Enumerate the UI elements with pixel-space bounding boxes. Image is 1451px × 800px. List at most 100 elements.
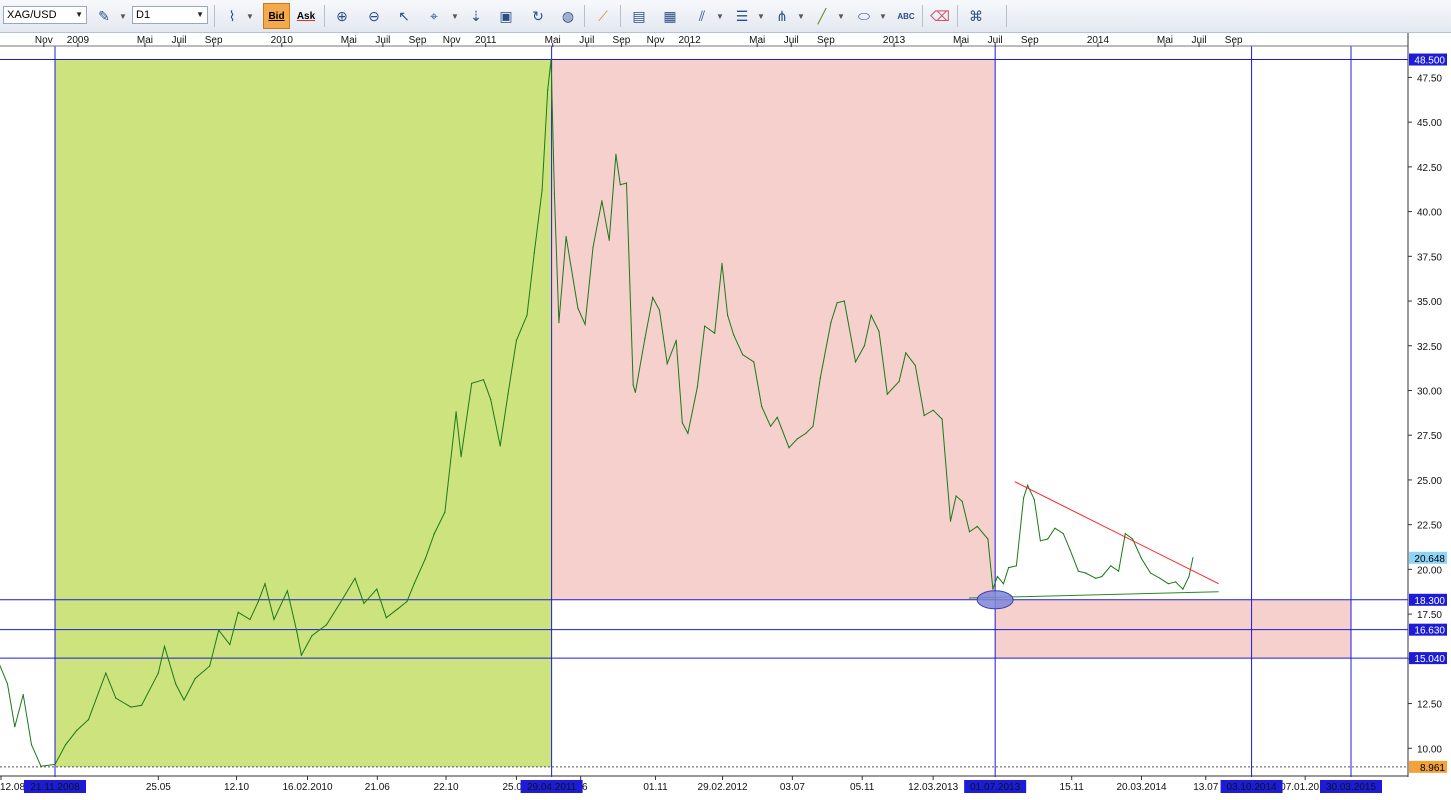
price-point-134 [1149,572,1152,574]
price-point-136 [1167,583,1169,585]
price-point-92 [830,321,832,324]
date-tag-2: 01.07.2013 [970,782,1020,793]
price-tick-label-9: 25.00 [1417,476,1442,487]
price-tick-label-10: 22.50 [1417,521,1442,532]
image-icon[interactable]: ▤ [627,4,651,28]
chevron-down-icon[interactable]: ▼ [245,4,255,28]
price-point-126 [1085,572,1087,574]
price-point-53 [541,189,543,191]
chevron-down-icon[interactable]: ▼ [756,4,766,28]
crosshair-icon[interactable]: ⌖ [422,4,446,28]
price-point-113 [996,575,999,578]
trendline-icon[interactable]: ╱ [810,4,834,28]
top-tick-label-3: Juil [172,35,187,46]
top-tick-label-14: Nov [647,35,665,46]
price-tick-label-3: 40.00 [1417,208,1442,219]
price-point-118 [1027,484,1029,486]
chevron-down-icon: ▼ [196,10,204,19]
price-point-1 [6,683,9,685]
price-point-116 [1015,565,1018,567]
chevron-down-icon[interactable]: ▼ [878,4,888,28]
top-tick-label-8: Sep [409,35,427,46]
zoom-out-icon[interactable]: ⊖ [362,4,386,28]
price-point-6 [54,763,56,766]
timeframe-select[interactable]: D1 ▼ [132,6,208,24]
price-tick-label-4: 37.50 [1417,252,1442,263]
price-point-45 [471,382,473,384]
price-point-15 [163,645,166,647]
price-point-54 [547,89,549,91]
bottom-tick-label-1: 25.05 [146,782,171,793]
fibonacci-icon[interactable]: ⫽ [690,4,714,28]
price-point-14 [157,672,159,674]
price-point-98 [878,330,880,332]
price-point-81 [733,334,735,336]
price-tick-label-7: 30.00 [1417,386,1442,397]
price-point-83 [753,361,755,363]
channel-icon[interactable]: ☰ [730,4,754,28]
price-point-82 [742,354,744,356]
refresh-icon[interactable]: ↻ [526,4,550,28]
price-point-56 [553,193,556,195]
globe-icon[interactable]: ◍ [556,4,580,28]
price-point-105 [941,418,943,420]
screenshot-icon[interactable]: ▣ [494,4,518,28]
ellipse-icon[interactable]: ⬭ [852,4,876,28]
price-point-121 [1047,538,1049,540]
ask-button[interactable]: Ask [294,4,318,28]
andrews-pitchfork-icon[interactable]: ⋔ [770,4,794,28]
price-point-2 [14,726,16,728]
price-point-128 [1101,575,1103,578]
price-point-66 [625,182,628,184]
indicator-icon[interactable]: ✎ [92,4,116,28]
chart-type-icon[interactable]: ⌇ [220,4,244,28]
symbol-value: XAG/USD [7,9,57,21]
price-point-101 [905,352,907,354]
chevron-down-icon[interactable]: ▼ [715,4,725,28]
price-tick-label-1: 45.00 [1417,118,1442,129]
price-point-123 [1062,533,1064,535]
price-point-25 [264,583,266,585]
period-separator-icon[interactable]: ⇣ [464,4,488,28]
price-point-61 [592,246,594,248]
chevron-down-icon[interactable]: ▼ [450,4,460,28]
price-point-109 [968,531,971,533]
chevron-down-icon[interactable]: ▼ [836,4,846,28]
price-point-48 [499,445,501,447]
objects-list-icon[interactable]: ⌘ [964,4,988,28]
chevron-down-icon[interactable]: ▼ [118,4,128,28]
price-point-47 [490,398,492,400]
chevron-down-icon[interactable]: ▼ [796,4,806,28]
symbol-select[interactable]: XAG/USD ▼ [3,6,87,24]
price-point-100 [898,380,900,383]
price-point-125 [1077,570,1079,572]
text-icon[interactable]: ABC [894,4,918,28]
top-tick-label-20: Mai [953,35,969,46]
top-tick-label-6: Mai [341,35,357,46]
price-chart[interactable]: Nov 2009 Mai Juil Sep 2010 Mai Juil Sep Nov 2011 Ma… [0,33,1451,800]
price-point-70 [652,296,654,299]
price-point-58 [565,236,567,238]
price-point-112 [992,588,994,590]
ruler-icon[interactable]: ⟋ [591,4,615,28]
price-point-30 [311,635,313,637]
price-point-43 [455,411,457,413]
price-tick-label-11: 20.00 [1417,565,1442,576]
bottom-tick-label-3: 16.02.2010 [282,782,332,793]
price-point-4 [30,744,33,746]
price-tick-label-2: 42.50 [1417,163,1442,174]
price-point-41 [433,533,435,535]
template-icon[interactable]: ▦ [658,4,682,28]
price-point-8 [76,729,78,732]
top-tick-label-26: Sep [1225,35,1243,46]
price-point-52 [533,252,535,254]
zoom-in-icon[interactable]: ⊕ [330,4,354,28]
price-point-33 [354,577,356,579]
bid-button[interactable]: Bid [263,3,290,29]
price-point-31 [325,624,328,626]
eraser-icon[interactable]: ⌫ [928,4,952,28]
price-point-62 [601,200,603,202]
top-tick-label-7: Juil [375,35,390,46]
cursor-icon[interactable]: ↖ [392,4,416,28]
price-point-78 [714,332,716,334]
